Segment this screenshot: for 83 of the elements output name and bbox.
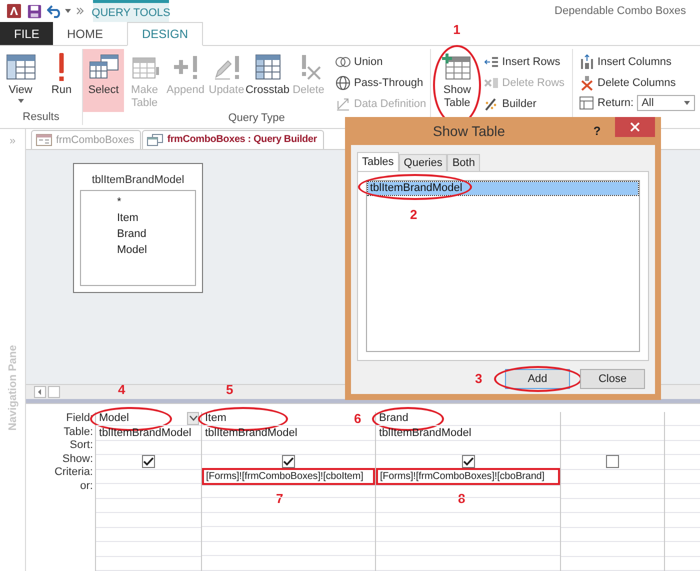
table-cell[interactable]: tblItemBrandModel xyxy=(376,426,560,440)
callout-number: 1 xyxy=(453,23,460,37)
caret-icon xyxy=(18,99,24,103)
row-label: Show: xyxy=(61,452,94,466)
field-list-item[interactable]: Item xyxy=(117,210,195,226)
column-command[interactable]: Insert Columns xyxy=(578,53,695,70)
table-plus-icon xyxy=(442,53,472,81)
row-command[interactable]: Builder xyxy=(483,95,565,112)
dialog-button[interactable]: Close xyxy=(580,369,645,389)
ribbon-tab[interactable]: FILE xyxy=(0,22,53,45)
dropdown-button[interactable] xyxy=(187,412,199,424)
tables-icon xyxy=(88,53,118,81)
globe-icon xyxy=(335,74,351,90)
close-button[interactable] xyxy=(615,117,655,137)
show-checkbox[interactable] xyxy=(606,455,619,468)
document-tab[interactable]: frmComboBoxes : Query Builder xyxy=(142,130,324,149)
dialog-tab[interactable]: Tables xyxy=(357,152,399,171)
dialog-tab[interactable]: Both xyxy=(447,154,480,171)
table-icon xyxy=(6,53,36,81)
dialog-tab[interactable]: Queries xyxy=(398,154,448,171)
show-checkbox[interactable] xyxy=(142,455,155,468)
query-icon xyxy=(147,134,164,146)
row-label: Sort: xyxy=(68,438,94,452)
callout-number: 6 xyxy=(354,412,362,426)
show-table-button[interactable]: Show Table xyxy=(437,49,478,110)
query-type-button[interactable]: Crosstab xyxy=(247,49,288,112)
contextual-tab-label: QUERY TOOLS xyxy=(93,0,169,22)
callout-number: 2 xyxy=(410,208,418,222)
row-label: or: xyxy=(79,479,94,492)
delete-columns-icon xyxy=(578,74,595,90)
row-label: Table: xyxy=(62,425,94,438)
return-label: Return: xyxy=(598,97,634,109)
row-label: Criteria: xyxy=(53,466,94,479)
query-type-button[interactable]: Select xyxy=(83,49,124,112)
grid-icon xyxy=(252,53,282,81)
app-icon[interactable] xyxy=(6,3,22,19)
table-title: tblItemBrandModel xyxy=(90,172,186,188)
table-list-item[interactable]: tblItemBrandModel xyxy=(368,182,638,195)
form-icon xyxy=(36,134,52,146)
return-dropdown[interactable]: All xyxy=(636,95,695,111)
table-cell[interactable]: tblItemBrandModel xyxy=(202,426,375,440)
save-icon[interactable] xyxy=(27,4,42,18)
group-label: Results xyxy=(22,111,60,125)
show-checkbox[interactable] xyxy=(282,455,295,468)
navigation-pane-label: Navigation Pane xyxy=(6,345,18,431)
field-cell[interactable]: Brand xyxy=(376,412,560,426)
caret-icon[interactable] xyxy=(65,9,71,13)
criteria-cell[interactable]: [Forms]![frmComboBoxes]![cboBrand] xyxy=(376,468,560,486)
field-list-item[interactable]: Brand xyxy=(117,226,195,242)
callout-number: 4 xyxy=(118,382,126,396)
dialog-title: Show Table xyxy=(432,123,506,139)
run-button[interactable]: Run xyxy=(41,49,82,111)
criteria-cell[interactable]: [Forms]![frmComboBoxes]![cboItem] xyxy=(202,468,375,486)
dialog-button[interactable]: Add xyxy=(505,369,570,389)
view-button[interactable]: View xyxy=(0,49,41,111)
help-button[interactable]: ? xyxy=(587,124,607,138)
scroll-thumb[interactable] xyxy=(48,386,60,398)
return-icon xyxy=(578,95,595,111)
field-list-item[interactable]: * xyxy=(117,194,195,210)
exclamation-icon xyxy=(59,53,64,81)
ruler-icon xyxy=(335,96,351,112)
query-type-command[interactable]: Pass-Through xyxy=(335,74,426,91)
customize-icon[interactable] xyxy=(76,7,84,15)
column-command[interactable]: Delete Columns xyxy=(578,74,695,91)
undo-icon[interactable] xyxy=(47,4,63,18)
caret-icon xyxy=(684,101,690,105)
window-title: Dependable Combo Boxes xyxy=(554,5,686,17)
insert-columns-icon xyxy=(578,54,595,70)
scroll-left-icon[interactable] xyxy=(34,386,46,398)
caret-icon xyxy=(188,415,198,421)
group-label: Query Type xyxy=(227,112,286,125)
field-list-item[interactable]: Model xyxy=(117,242,195,258)
query-type-command[interactable]: Union xyxy=(335,53,426,70)
show-checkbox[interactable] xyxy=(462,455,474,468)
ribbon-tab[interactable]: HOME xyxy=(53,22,117,45)
close-icon xyxy=(630,122,640,132)
callout-number: 5 xyxy=(226,382,234,396)
ribbon-tab[interactable]: DESIGN xyxy=(127,22,203,46)
field-cell[interactable]: Model xyxy=(96,412,201,426)
table-field-list[interactable]: tblItemBrandModel * Item Brand Model xyxy=(73,162,203,293)
callout-number: 3 xyxy=(475,372,482,386)
table-cell[interactable]: tblItemBrandModel xyxy=(96,426,201,440)
row-command[interactable]: Insert Rows xyxy=(483,53,565,70)
